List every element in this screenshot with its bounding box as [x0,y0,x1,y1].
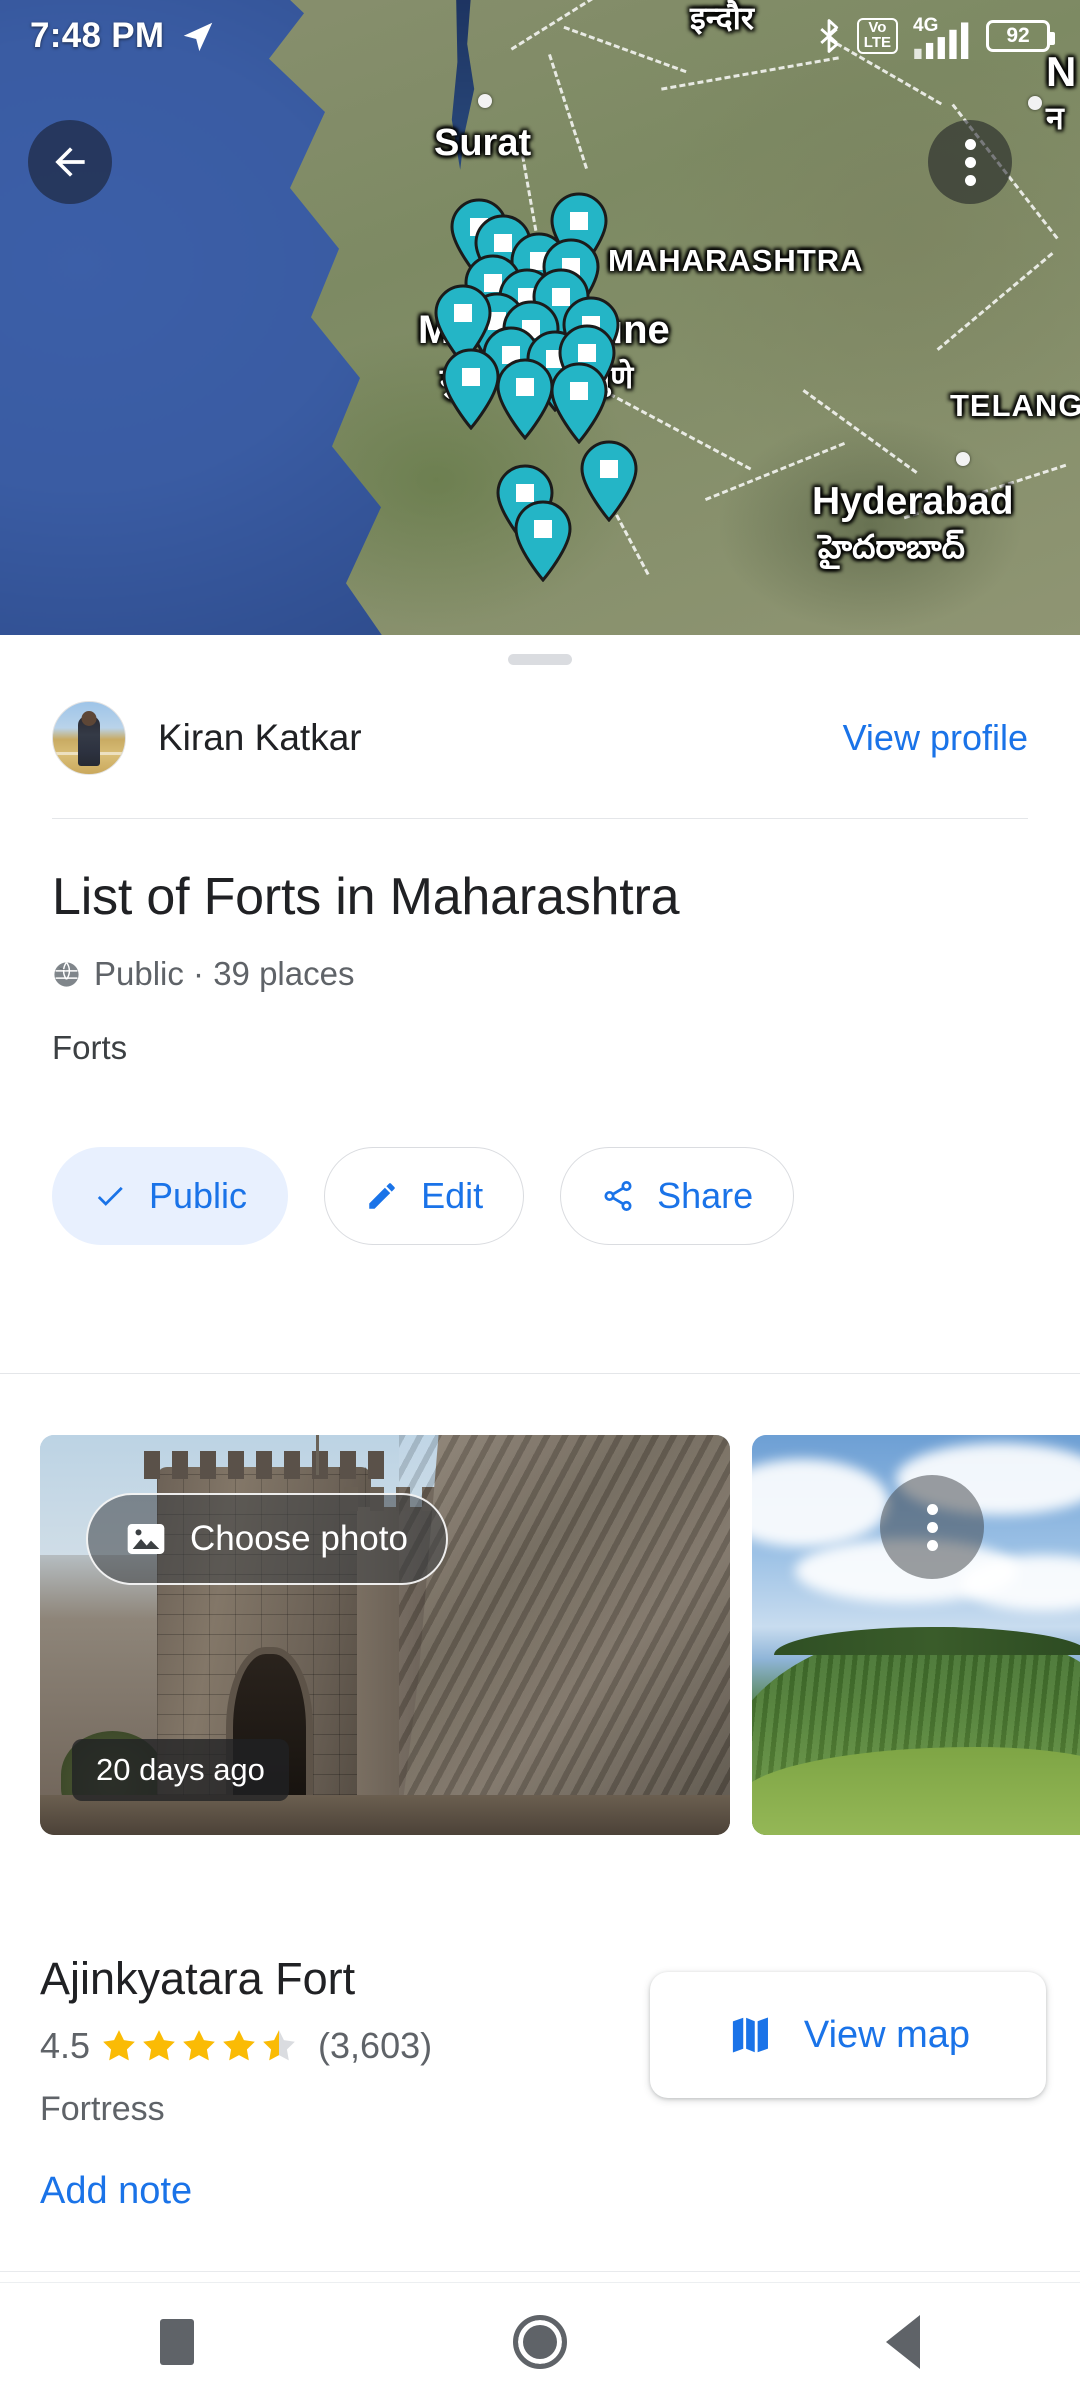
page-title: List of Forts in Maharashtra [52,868,680,926]
map-pin[interactable] [578,440,640,522]
bottom-divider [0,2271,1080,2272]
navigation-arrow-icon [184,22,213,52]
public-chip-label: Public [149,1175,248,1216]
volte-icon: Vo LTE [856,18,898,54]
image-icon [127,1524,165,1554]
status-icons: Vo LTE 4G 92 [814,15,1055,59]
map-pin[interactable] [440,348,502,430]
photo-card-fort[interactable]: Choose photo 20 days ago [40,1435,730,1835]
back-button[interactable] [28,120,112,204]
map-pin[interactable] [548,362,610,444]
view-map-label: View map [803,2013,971,2056]
photo-carousel[interactable]: Choose photo 20 days ago [0,1435,1080,1835]
share-chip[interactable]: Share [560,1147,795,1245]
review-count: (3,603) [318,2025,433,2066]
star-filled-icon [183,2030,215,2061]
check-icon [97,1186,123,1206]
choose-photo-button[interactable]: Choose photo [86,1493,448,1585]
avatar[interactable] [52,701,126,775]
map-label-north-sub: न [1046,100,1064,136]
pencil-icon [369,1183,395,1209]
share-chip-label: Share [657,1175,754,1216]
map-pin[interactable] [512,500,574,582]
avatar-head [81,711,97,726]
profile-row: Kiran Katkar View profile [0,679,1080,797]
divider [52,818,1028,819]
android-nav-bar [0,2282,1080,2400]
bottom-sheet: Kiran Katkar View profile List of Forts … [0,635,1080,2400]
list-description: Forts [52,1029,128,1066]
map-pin[interactable] [494,358,556,440]
city-dot-indore [1028,96,1042,110]
photo-card-hill[interactable] [752,1435,1080,1835]
star-filled-icon [143,2030,175,2061]
choose-photo-label: Choose photo [190,1519,408,1558]
photo-overflow-menu-button[interactable] [880,1475,984,1579]
photo-timestamp-badge: 20 days ago [72,1739,289,1801]
list-meta: Public · 39 places [52,955,354,993]
place-name[interactable]: Ajinkyatara Fort [40,1953,355,2005]
star-filled-icon [103,2030,135,2061]
photo-tower-crown [143,1451,385,1479]
star-half-icon [263,2030,295,2061]
back-arrow-icon [55,147,85,177]
share-icon [604,1181,632,1211]
more-vert-icon [964,138,976,186]
star-filled-icon [223,2030,255,2061]
bluetooth-icon [820,19,838,53]
rating-value: 4.5 [40,2025,91,2066]
city-dot-surat [478,94,492,108]
view-map-button[interactable]: View map [650,1972,1046,2098]
volte-bottom: LTE [863,34,891,51]
map-terrain-south [720,420,1020,630]
profile-name: Kiran Katkar [158,717,362,758]
more-vert-icon [926,1503,938,1551]
photo-ridge [773,1627,1080,1655]
signal-bars-icon [914,22,969,59]
map-label-hyderabad-telugu: హైదరాబాద్ [818,528,965,565]
photo-pole [316,1435,319,1475]
list-visibility-and-count: Public · 39 places [94,955,355,992]
map-label-surat: Surat [434,122,532,164]
map-label-telangana: TELANG [950,388,1080,423]
star-rating [100,2027,298,2065]
screen-root: इन्दौर Surat MAHARASHTRA Mumbai मुंबई Pu… [0,0,1080,2400]
view-profile-link[interactable]: View profile [843,717,1028,759]
map-overflow-menu-button[interactable] [928,120,1012,204]
circle-home-icon[interactable] [512,2314,567,2369]
photo-cloud [752,1459,889,1547]
place-category: Fortress [40,2090,165,2128]
map-icon [732,2017,768,2053]
map-label-maharashtra: MAHARASHTRA [608,243,864,278]
add-note-link[interactable]: Add note [40,2170,192,2213]
battery-icon: 92 [986,20,1055,52]
public-chip[interactable]: Public [52,1147,289,1245]
action-chips: Public Edit Share [52,1147,795,1245]
triangle-back-icon[interactable] [886,2314,921,2369]
sheet-drag-handle[interactable] [508,654,572,665]
square-recents-icon[interactable] [159,2318,194,2365]
battery-level: 92 [1006,24,1030,47]
photo-cliff-texture [398,1435,730,1835]
place-rating-row: 4.5 (3,603) [40,2025,432,2067]
edit-chip-label: Edit [421,1175,484,1216]
globe-icon [54,961,79,987]
status-time: 7:48 PM [30,16,165,55]
map-label-hyderabad: Hyderabad [812,480,1014,523]
status-bar: 7:48 PM Vo LTE 4G 92 [0,0,1080,72]
map-view[interactable]: इन्दौर Surat MAHARASHTRA Mumbai मुंबई Pu… [0,0,1080,635]
photo-ground [40,1795,730,1835]
edit-chip[interactable]: Edit [324,1147,525,1245]
city-dot-hyderabad [956,452,970,466]
section-divider [0,1373,1080,1374]
signal-icon: 4G [911,15,973,59]
